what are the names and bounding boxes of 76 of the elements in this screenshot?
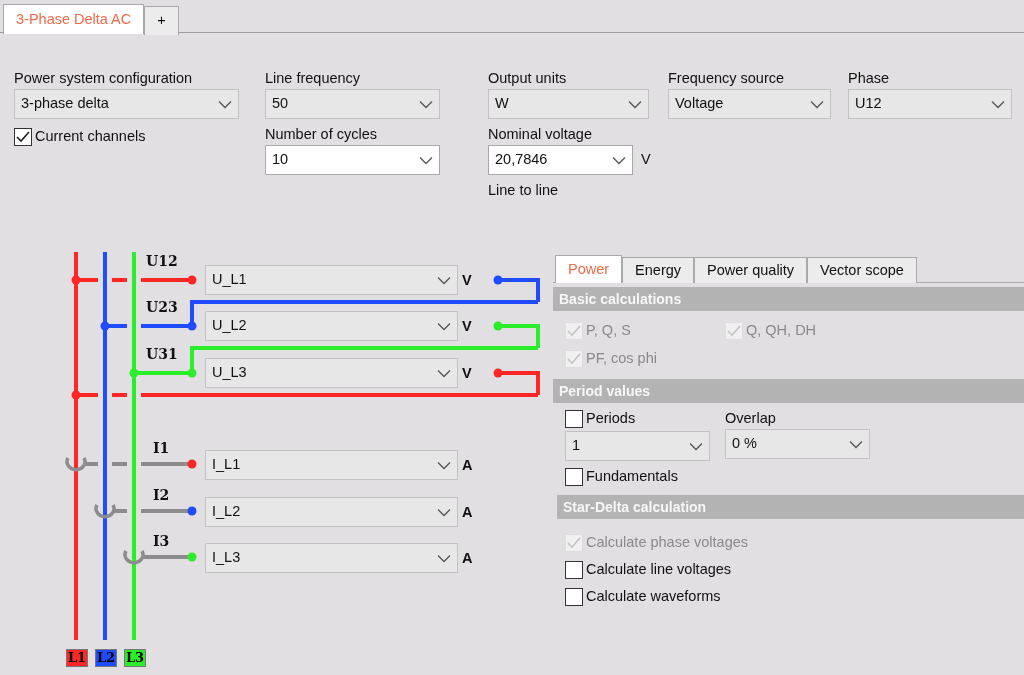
chevron-down-icon [991, 99, 1005, 109]
unit-label: A [462, 503, 473, 521]
unit-label: A [462, 456, 473, 474]
dropdown[interactable]: 0 % [725, 429, 870, 459]
chevron-down-icon [437, 368, 451, 378]
dropdown[interactable]: U12 [848, 89, 1012, 119]
channel-label: U31 [146, 346, 178, 362]
dropdown[interactable]: Voltage [668, 89, 831, 119]
chevron-down-icon [437, 460, 451, 470]
checkbox[interactable] [14, 128, 32, 146]
checkbox-label: Current channels [35, 127, 146, 147]
chevron-down-icon [437, 553, 451, 563]
channel-label: U23 [146, 299, 178, 315]
checkbox-label: P, Q, S [586, 321, 631, 341]
channel-label: U12 [146, 253, 178, 269]
chevron-down-icon [689, 441, 703, 451]
checkbox[interactable] [565, 410, 583, 428]
field-label: Line frequency [265, 69, 362, 88]
checkbox-label: Q, QH, DH [746, 321, 817, 341]
section-header: Basic calculations [553, 287, 1024, 311]
combo-box[interactable]: 10 [265, 145, 440, 175]
field-label: Overlap [725, 409, 777, 428]
dropdown[interactable]: U_L2 [205, 311, 458, 341]
field-label: Power system configuration [14, 69, 194, 88]
field-note: Line to line [488, 181, 560, 200]
section-header: Star-Delta calculation [557, 495, 1024, 519]
chevron-down-icon [437, 321, 451, 331]
unit-label: V [462, 317, 472, 335]
combo-box[interactable]: 20,7846 [488, 145, 633, 175]
channel-label: I2 [153, 487, 170, 503]
dropdown[interactable]: I_L3 [205, 543, 458, 573]
chevron-down-icon [419, 155, 433, 165]
chevron-down-icon [218, 99, 232, 109]
line-badge: L1 [66, 649, 88, 667]
unit-label: V [462, 364, 472, 382]
checkbox-label: Calculate waveforms [586, 586, 721, 606]
chevron-down-icon [628, 99, 642, 109]
tab[interactable]: Vector scope [807, 257, 917, 283]
field-label: Number of cycles [265, 125, 378, 144]
checkbox-label: Calculate line voltages [586, 559, 732, 579]
field-label: Frequency source [668, 69, 786, 88]
line-badge: L2 [95, 649, 117, 667]
channel-label: I3 [153, 533, 170, 549]
chevron-down-icon [810, 99, 824, 109]
chevron-down-icon [437, 507, 451, 517]
dropdown[interactable]: 1 [565, 431, 710, 461]
dropdown[interactable]: U_L3 [205, 358, 458, 388]
tab[interactable]: Power quality [694, 257, 808, 283]
checkbox-label: Calculate phase voltages [586, 532, 749, 552]
dropdown[interactable]: 50 [265, 89, 440, 119]
checkbox[interactable] [565, 560, 583, 579]
checkbox-label: Periods [586, 409, 636, 429]
chevron-down-icon [437, 275, 451, 285]
checkbox-label: Fundamentals [586, 467, 678, 487]
dropdown[interactable]: 3-phase delta [14, 89, 239, 119]
unit-label: V [462, 271, 472, 289]
unit-label: A [462, 549, 473, 567]
chevron-down-icon [612, 155, 626, 165]
field-label: Output units [488, 69, 568, 88]
unit-label: V [641, 150, 651, 170]
add-tab-button[interactable]: + [144, 6, 179, 35]
chevron-down-icon [849, 439, 863, 449]
chevron-down-icon [419, 99, 433, 109]
dropdown[interactable]: I_L2 [205, 497, 458, 527]
section-header: Period values [553, 379, 1024, 403]
field-label: Nominal voltage [488, 125, 593, 144]
field-label: Phase [848, 69, 891, 88]
checkbox-label: PF, cos phi [586, 349, 657, 369]
line-badge: L3 [124, 649, 146, 667]
checkbox[interactable] [565, 587, 583, 606]
dropdown[interactable]: I_L1 [205, 450, 458, 480]
dropdown[interactable]: U_L1 [205, 265, 458, 295]
tab[interactable]: Energy [622, 257, 695, 283]
checkbox[interactable] [565, 468, 583, 486]
dropdown[interactable]: W [488, 89, 649, 119]
channel-label: I1 [153, 440, 170, 456]
